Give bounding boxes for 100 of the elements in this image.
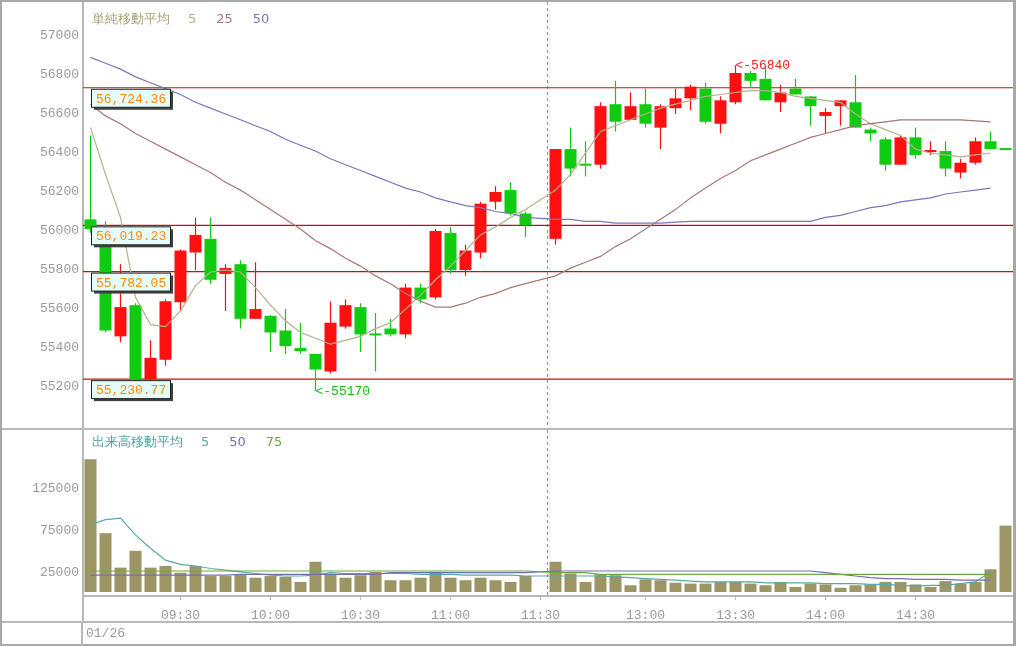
candlestick [684, 84, 697, 111]
volume-bar [399, 580, 412, 592]
ref-line-label: 55,782.05 [96, 275, 167, 291]
axis-tick-label: 13:30 [716, 608, 755, 623]
candlestick [519, 210, 532, 238]
axis-tick-label: 55600 [40, 301, 79, 317]
volume-bar [954, 583, 967, 592]
volume-bar [714, 581, 727, 592]
volume-bar [99, 533, 112, 592]
volume-bar [279, 576, 292, 592]
candlestick [864, 127, 877, 142]
volume-bar [174, 572, 187, 592]
volume-bar [249, 577, 262, 592]
axis-tick-label: 13:00 [626, 608, 665, 623]
legend-period: 5 [201, 434, 210, 449]
candlestick [969, 136, 982, 166]
axis-tick-label: 25000 [40, 565, 79, 580]
candlestick [564, 127, 577, 177]
axis-tick-label: 56200 [40, 184, 79, 200]
candlestick [819, 107, 832, 135]
candlestick [279, 308, 292, 355]
candlestick [594, 101, 607, 170]
candlestick [849, 74, 862, 129]
volume-bar [774, 581, 787, 592]
candlestick [429, 228, 442, 300]
volume-bar [219, 576, 232, 592]
volume-bar [429, 571, 442, 592]
candlestick [924, 140, 937, 156]
axis-tick-label: 125000 [32, 480, 79, 496]
candlestick [639, 88, 652, 129]
candlestick [939, 140, 952, 177]
candlestick [579, 140, 592, 177]
volume-bar [504, 581, 517, 592]
price-level-label: 56,724.36 [91, 88, 173, 110]
candlestick [999, 148, 1012, 151]
candlestick [624, 91, 637, 121]
axis-tick-label: 55400 [40, 340, 79, 356]
axis-tick-label: 55200 [40, 379, 79, 395]
volume-bar [969, 581, 982, 592]
axis-tick-label: 56600 [40, 106, 79, 121]
candlestick [774, 84, 787, 113]
volume-bar [789, 586, 802, 592]
volume-bar [819, 584, 832, 592]
candlestick [159, 298, 172, 367]
volume-bar [834, 587, 847, 592]
candlestick [264, 314, 277, 353]
volume-bar [414, 577, 427, 592]
axis-tick-label: 10:00 [251, 608, 290, 623]
legend-period: 50 [229, 434, 246, 449]
ref-line-label: 56,724.36 [96, 91, 167, 107]
candlestick [654, 103, 667, 150]
candlestick [414, 283, 427, 304]
volume-bar [654, 580, 667, 592]
axis-tick-label: 11:00 [431, 608, 470, 623]
candlestick [699, 82, 712, 125]
volume-bar [909, 584, 922, 592]
axis-tick-label: 75000 [40, 523, 79, 538]
volume-bar [864, 584, 877, 592]
volume-bar [849, 585, 862, 592]
volume-bar [924, 586, 937, 592]
legend-period: 25 [216, 11, 233, 26]
volume-bar [294, 581, 307, 592]
volume-bar [879, 581, 892, 592]
candlestick [714, 95, 727, 135]
volume-bar [459, 580, 472, 592]
candlestick [954, 158, 967, 179]
legend-period: 5 [188, 11, 197, 26]
candlestick [174, 248, 187, 312]
candlestick [294, 322, 307, 355]
candlestick [474, 201, 487, 259]
axis-tick-label: 09:30 [161, 608, 200, 623]
volume-bar [264, 576, 277, 592]
volume-bar [129, 550, 142, 592]
candlestick [504, 181, 517, 216]
candlestick [804, 95, 817, 127]
volume-bar [999, 525, 1012, 592]
date-label: 01/26 [85, 625, 125, 643]
candlestick [489, 185, 502, 211]
legend-title: 出来高移動平均 [92, 434, 183, 449]
candlestick [879, 136, 892, 172]
candlestick [669, 88, 682, 115]
axis-tick-label: 14:30 [896, 608, 935, 623]
volume-bar [204, 576, 217, 592]
legend-period: 75 [265, 434, 283, 449]
candlestick [384, 318, 397, 337]
candlestick [339, 298, 352, 330]
axis-tick-label: 57000 [40, 28, 79, 43]
candlestick [369, 312, 382, 373]
volume-bar [699, 583, 712, 592]
candlestick [204, 216, 217, 285]
volume-bar [579, 581, 592, 592]
price-level-label: 55,782.05 [91, 272, 173, 294]
axis-tick-label: 56000 [40, 223, 79, 239]
axis-tick-label: 55800 [40, 262, 79, 278]
volume-bar [354, 575, 367, 592]
candlestick [984, 130, 997, 150]
ref-line-label: 55,230.77 [96, 383, 167, 399]
axis-tick-label: 56400 [40, 145, 79, 161]
volume-bar [804, 583, 817, 592]
axis-tick-label: 10:30 [341, 608, 380, 623]
